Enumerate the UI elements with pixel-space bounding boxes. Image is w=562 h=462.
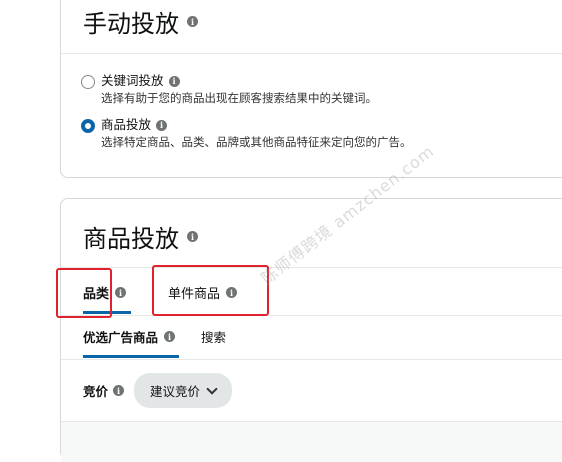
radio-button-selected[interactable] <box>81 119 95 133</box>
radio-product-targeting[interactable]: 商品投放 i 选择特定商品、品类、品牌或其他商品特征来定向您的广告。 <box>81 116 412 151</box>
annotation-box-individual-tab <box>152 265 269 316</box>
info-icon[interactable]: i <box>113 385 125 396</box>
radio-description: 选择有助于您的商品出现在顾客搜索结果中的关键词。 <box>101 91 377 105</box>
subtab-search[interactable]: 搜索 <box>201 327 226 346</box>
radio-button[interactable] <box>81 75 95 89</box>
manual-targeting-title-row: 手动投放 i <box>83 4 198 39</box>
divider <box>61 267 562 268</box>
divider <box>61 359 562 360</box>
table-header-strip <box>61 421 562 462</box>
bid-row: 竞价 i 建议竞价 <box>83 373 233 408</box>
product-targeting-title-row: 商品投放 i <box>83 219 198 254</box>
bid-dropdown-value: 建议竞价 <box>150 384 201 399</box>
manual-targeting-card: 手动投放 i 关键词投放 i 选择有助于您的商品出现在顾客搜索结果中的关键词。 … <box>60 0 562 178</box>
bid-label: 竞价 <box>83 384 109 399</box>
radio-description: 选择特定商品、品类、品牌或其他商品特征来定向您的广告。 <box>101 135 412 149</box>
radio-label: 关键词投放 <box>101 73 164 88</box>
divider <box>61 53 562 54</box>
bid-label-group: 竞价 i <box>83 381 125 400</box>
info-icon[interactable]: i <box>164 331 176 342</box>
info-icon[interactable]: i <box>115 287 127 298</box>
subtab-label: 优选广告商品 <box>83 330 159 345</box>
info-icon[interactable]: i <box>187 231 198 242</box>
annotation-box-category-tab <box>56 268 112 318</box>
radio-label: 商品投放 <box>101 117 152 132</box>
radio-keyword-targeting[interactable]: 关键词投放 i 选择有助于您的商品出现在顾客搜索结果中的关键词。 <box>81 72 377 107</box>
subtab-label: 搜索 <box>201 330 227 345</box>
subtab-suggested[interactable]: 优选广告商品 i <box>83 327 176 346</box>
bid-dropdown[interactable]: 建议竞价 <box>134 373 233 408</box>
info-icon[interactable]: i <box>156 119 168 131</box>
info-icon[interactable]: i <box>187 16 198 27</box>
product-targeting-title: 商品投放 <box>83 225 179 253</box>
info-icon[interactable]: i <box>168 75 180 87</box>
chevron-down-icon <box>206 382 218 395</box>
divider <box>61 315 562 316</box>
subtab-active-indicator <box>83 355 179 358</box>
manual-targeting-title: 手动投放 <box>83 10 179 38</box>
